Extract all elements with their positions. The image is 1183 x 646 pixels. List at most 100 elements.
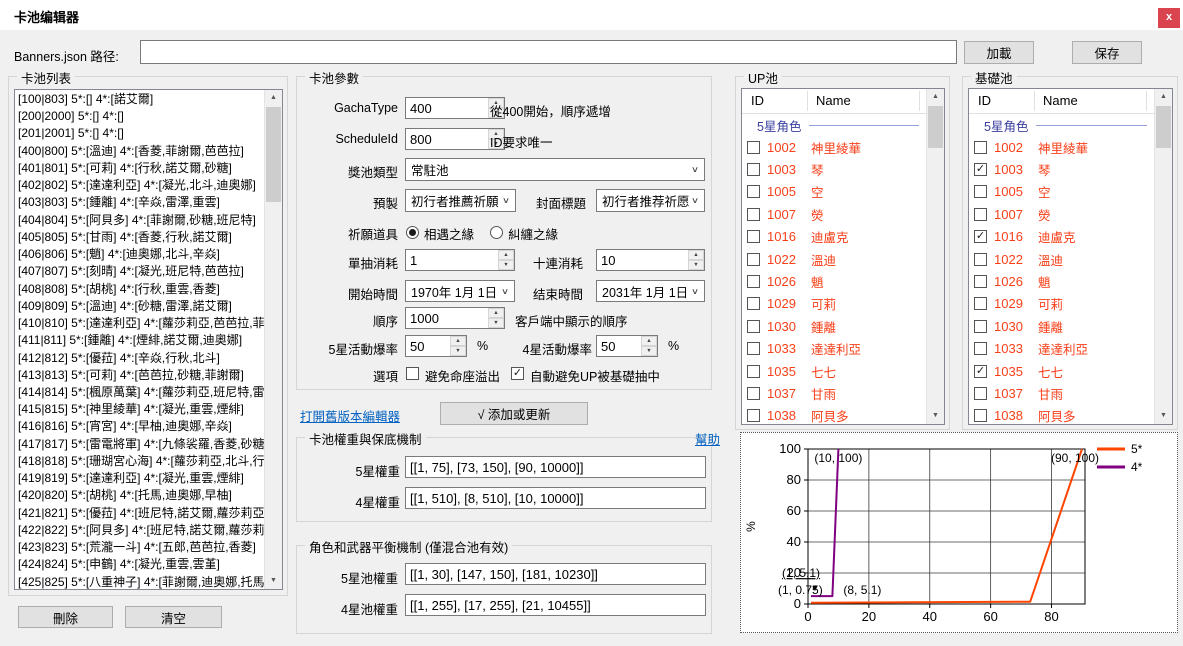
list-item[interactable]: [402|802] 5*:[達達利亞] 4*:[凝光,北斗,迪奧娜] [15, 177, 265, 194]
list-item[interactable]: [405|805] 5*:[甘雨] 4*:[香菱,行秋,諾艾爾] [15, 229, 265, 246]
start-time-picker[interactable]: 1970年 1月 1日 ∨ [405, 280, 515, 302]
pool-row[interactable]: 1037甘雨 [742, 382, 927, 404]
spin-up-icon[interactable]: ▲ [641, 336, 657, 346]
pool-row[interactable]: 1035七七 [742, 360, 927, 382]
clear-button[interactable]: 清空 [125, 606, 222, 628]
list-item[interactable]: [425|825] 5*:[八重神子] 4*:[菲謝爾,迪奧娜,托馬] [15, 574, 265, 589]
row-checkbox[interactable] [747, 141, 760, 154]
path-input[interactable] [140, 40, 957, 64]
list-item[interactable]: [400|800] 5*:[溫迪] 4*:[香菱,菲謝爾,芭芭拉] [15, 143, 265, 160]
list-item[interactable]: [421|821] 5*:[優菈] 4*:[班尼特,諾艾爾,蘿莎莉亞] [15, 505, 265, 522]
list-item[interactable]: [412|812] 5*:[優菈] 4*:[辛焱,行秋,北斗] [15, 350, 265, 367]
row-checkbox[interactable] [747, 365, 760, 378]
list-item[interactable]: [424|824] 5*:[申鶴] 4*:[凝光,重雲,雲堇] [15, 556, 265, 573]
spin-down-icon[interactable]: ▼ [488, 318, 504, 328]
row-checkbox[interactable] [747, 163, 760, 176]
checkbox-avoid-constellation-overflow[interactable] [406, 367, 419, 380]
list-item[interactable]: [418|818] 5*:[珊瑚宮心海] 4*:[蘿莎莉亞,北斗,行秋] [15, 453, 265, 470]
pool-row[interactable]: 1022溫迪 [742, 248, 927, 270]
list-item[interactable]: [200|2000] 5*:[] 4*:[] [15, 108, 265, 125]
row-checkbox[interactable] [747, 275, 760, 288]
pool-row[interactable]: 1002神里綾華 [969, 136, 1155, 158]
list-item[interactable]: [403|803] 5*:[鍾離] 4*:[辛焱,雷澤,重雲] [15, 194, 265, 211]
pool-row[interactable]: ✓1016迪盧克 [969, 226, 1155, 248]
add-or-update-button[interactable]: √ 添加或更新 [440, 402, 588, 425]
row-checkbox[interactable] [974, 275, 987, 288]
four-star-weight-input[interactable] [405, 487, 706, 509]
row-checkbox[interactable]: ✓ [974, 163, 987, 176]
pool-row[interactable]: 1033達達利亞 [969, 338, 1155, 360]
scroll-down-icon[interactable]: ▼ [1155, 408, 1172, 424]
row-checkbox[interactable]: ✓ [974, 365, 987, 378]
list-item[interactable]: [404|804] 5*:[阿貝多] 4*:[菲謝爾,砂糖,班尼特] [15, 212, 265, 229]
list-item[interactable]: [201|2001] 5*:[] 4*:[] [15, 125, 265, 142]
row-checkbox[interactable]: ✓ [974, 230, 987, 243]
row-checkbox[interactable] [974, 185, 987, 198]
spin-up-icon[interactable]: ▲ [450, 336, 466, 346]
list-item[interactable]: [406|806] 5*:[魈] 4*:[迪奧娜,北斗,辛焱] [15, 246, 265, 263]
list-item[interactable]: [415|815] 5*:[神里綾華] 4*:[凝光,重雲,煙緋] [15, 401, 265, 418]
list-item[interactable]: [100|803] 5*:[] 4*:[諾艾爾] [15, 91, 265, 108]
five-star-weight-input[interactable] [405, 456, 706, 478]
pool-row[interactable]: 1005空 [742, 181, 927, 203]
pool-row[interactable]: 1007熒 [969, 203, 1155, 225]
scroll-down-icon[interactable]: ▼ [265, 573, 282, 589]
list-item[interactable]: [420|820] 5*:[胡桃] 4*:[托馬,迪奧娜,早柚] [15, 487, 265, 504]
list-item[interactable]: [423|823] 5*:[荒瀧一斗] 4*:[五郎,芭芭拉,香菱] [15, 539, 265, 556]
base-pool-scrollbar[interactable]: ▲ ▼ [1154, 89, 1172, 424]
pool-row[interactable]: 1022溫迪 [969, 248, 1155, 270]
row-checkbox[interactable] [747, 342, 760, 355]
pool-row[interactable]: 1037甘雨 [969, 382, 1155, 404]
column-header-name[interactable]: Name [1043, 93, 1078, 108]
spin-down-icon[interactable]: ▼ [498, 260, 514, 270]
open-old-editor-link[interactable]: 打開舊版本編輯器 [300, 406, 400, 425]
pool-row[interactable]: 1026魈 [742, 270, 927, 292]
row-checkbox[interactable] [747, 320, 760, 333]
pool-listbox[interactable]: [100|803] 5*:[] 4*:[諾艾爾][200|2000] 5*:[]… [14, 89, 283, 590]
scroll-thumb[interactable] [266, 107, 281, 202]
end-time-picker[interactable]: 2031年 1月 1日 ∨ [596, 280, 705, 302]
row-checkbox[interactable] [974, 297, 987, 310]
row-checkbox[interactable] [974, 253, 987, 266]
list-item[interactable]: [416|816] 5*:[宵宮] 4*:[早柚,迪奧娜,辛焱] [15, 418, 265, 435]
spin-down-icon[interactable]: ▼ [641, 346, 657, 356]
radio-acquaint-fate[interactable] [406, 226, 419, 239]
list-item[interactable]: [407|807] 5*:[刻晴] 4*:[凝光,班尼特,芭芭拉] [15, 263, 265, 280]
row-checkbox[interactable] [747, 409, 760, 422]
scroll-up-icon[interactable]: ▲ [265, 90, 282, 106]
row-checkbox[interactable] [747, 208, 760, 221]
row-checkbox[interactable] [974, 141, 987, 154]
scroll-thumb[interactable] [1156, 106, 1171, 148]
radio-intertwined-fate[interactable] [490, 226, 503, 239]
pool-row[interactable]: 1033達達利亞 [742, 338, 927, 360]
row-checkbox[interactable] [974, 387, 987, 400]
spin-up-icon[interactable]: ▲ [488, 308, 504, 318]
pool-list-scrollbar[interactable]: ▲ ▼ [264, 90, 282, 589]
list-item[interactable]: [411|811] 5*:[鍾離] 4*:[煙緋,諾艾爾,迪奧娜] [15, 332, 265, 349]
pool-row[interactable]: 1002神里綾華 [742, 136, 927, 158]
close-button[interactable]: x [1158, 8, 1180, 28]
four-star-pool-weight-input[interactable] [405, 594, 706, 616]
load-button[interactable]: 加載 [964, 41, 1034, 64]
row-checkbox[interactable] [747, 297, 760, 310]
checkbox-auto-avoid-up-in-base[interactable]: ✓ [511, 367, 524, 380]
pool-type-select[interactable]: 常駐池 ∨ [405, 158, 705, 181]
column-header-id[interactable]: ID [978, 93, 991, 108]
pool-row[interactable]: 1029可莉 [969, 293, 1155, 315]
pool-row[interactable]: 1026魈 [969, 270, 1155, 292]
spin-up-icon[interactable]: ▲ [498, 250, 514, 260]
spin-down-icon[interactable]: ▼ [450, 346, 466, 356]
five-star-pool-weight-input[interactable] [405, 563, 706, 585]
row-checkbox[interactable] [747, 185, 760, 198]
column-header-id[interactable]: ID [751, 93, 764, 108]
list-item[interactable]: [413|813] 5*:[可莉] 4*:[芭芭拉,砂糖,菲謝爾] [15, 367, 265, 384]
list-item[interactable]: [408|808] 5*:[胡桃] 4*:[行秋,重雲,香菱] [15, 281, 265, 298]
save-button[interactable]: 保存 [1072, 41, 1142, 64]
pool-row[interactable]: 1003琴 [742, 158, 927, 180]
list-item[interactable]: [414|814] 5*:[楓原萬葉] 4*:[蘿莎莉亞,班尼特,雷澤] [15, 384, 265, 401]
spin-down-icon[interactable]: ▼ [688, 260, 704, 270]
list-item[interactable]: [417|817] 5*:[雷電將軍] 4*:[九條裟羅,香菱,砂糖] [15, 436, 265, 453]
cover-title-select[interactable]: 初行者推荐祈愿 ∨ [596, 189, 705, 212]
list-item[interactable]: [410|810] 5*:[達達利亞] 4*:[蘿莎莉亞,芭芭拉,菲謝爾] [15, 315, 265, 332]
pool-row[interactable]: ✓1035七七 [969, 360, 1155, 382]
